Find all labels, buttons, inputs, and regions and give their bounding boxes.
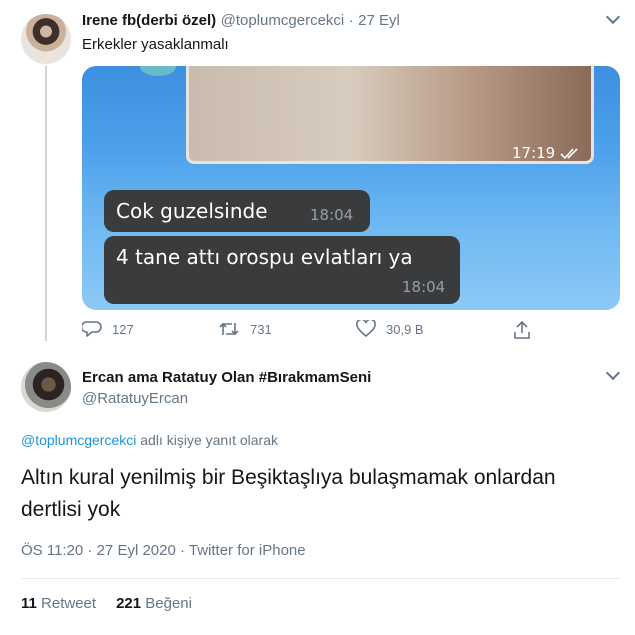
retweet-stat[interactable]: 11 Retweet [21,595,96,612]
retweet-button[interactable]: 731 [218,320,272,338]
replying-to-label: adlı kişiye yanıt olarak [140,432,278,448]
chat-bubble: 4 tane attı orospu evlatları ya 18:04 [104,236,460,304]
like-stat[interactable]: 221 Beğeni [116,595,192,612]
display-name[interactable]: Ercan ama Ratatuy Olan #BırakmamSeni [82,369,371,386]
chevron-down-icon[interactable] [605,9,621,25]
reply-icon [82,321,102,337]
chevron-down-icon[interactable] [605,365,621,381]
avatar[interactable] [21,362,71,412]
share-icon [514,320,530,339]
thread-line [45,66,47,341]
chat-bubble: Cok guzelsinde 18:04 [104,190,370,232]
tweet-header: Irene fb(derbi özel) @toplumcgercekci · … [82,12,400,30]
replying-to: @toplumcgercekci adlı kişiye yanıt olara… [21,432,278,448]
reply-count: 127 [112,321,134,337]
heart-icon [356,320,376,338]
retweet-label: Retweet [41,595,97,612]
replying-to-link[interactable]: @toplumcgercekci [21,432,136,448]
tweet-meta[interactable]: ÖS 11:20 · 27 Eyl 2020 · Twitter for iPh… [21,542,306,559]
display-name[interactable]: Irene fb(derbi özel) [82,12,216,29]
photo-timestamp: 17:19 [512,144,582,162]
user-handle[interactable]: @toplumcgercekci [221,12,345,29]
like-count: 221 [116,595,142,612]
image-detail [140,66,176,76]
chat-text: Cok guzelsinde [116,199,268,223]
tweet-stats: 11 Retweet 221 Beğeni [21,595,192,612]
chat-time: 18:04 [402,278,446,296]
reply-button[interactable]: 127 [82,320,134,338]
retweet-count: 11 [21,595,37,612]
tweet-text: Altın kural yenilmiş bir Beşiktaşlıya bu… [21,466,556,521]
tweet-date[interactable]: 27 Eyl [358,12,400,29]
retweet-icon [219,322,239,336]
like-button[interactable]: 30,9 B [356,320,424,338]
user-handle[interactable]: @RatatuyErcan [82,390,188,407]
separator: · [348,12,354,29]
tweet-media[interactable]: 17:19 Cok guzelsinde 18:04 4 tane attı o… [82,66,620,310]
tweet-text: Erkekler yasaklanmalı [82,36,229,53]
retweet-count: 731 [250,321,272,337]
avatar[interactable] [21,14,71,64]
divider [21,578,621,579]
like-count: 30,9 B [386,321,424,337]
share-button[interactable] [512,320,532,340]
like-label: Beğeni [145,595,192,612]
double-check-icon [560,147,578,159]
chat-text: 4 tane attı orospu evlatları ya [116,245,413,269]
chat-time: 18:04 [310,206,354,224]
